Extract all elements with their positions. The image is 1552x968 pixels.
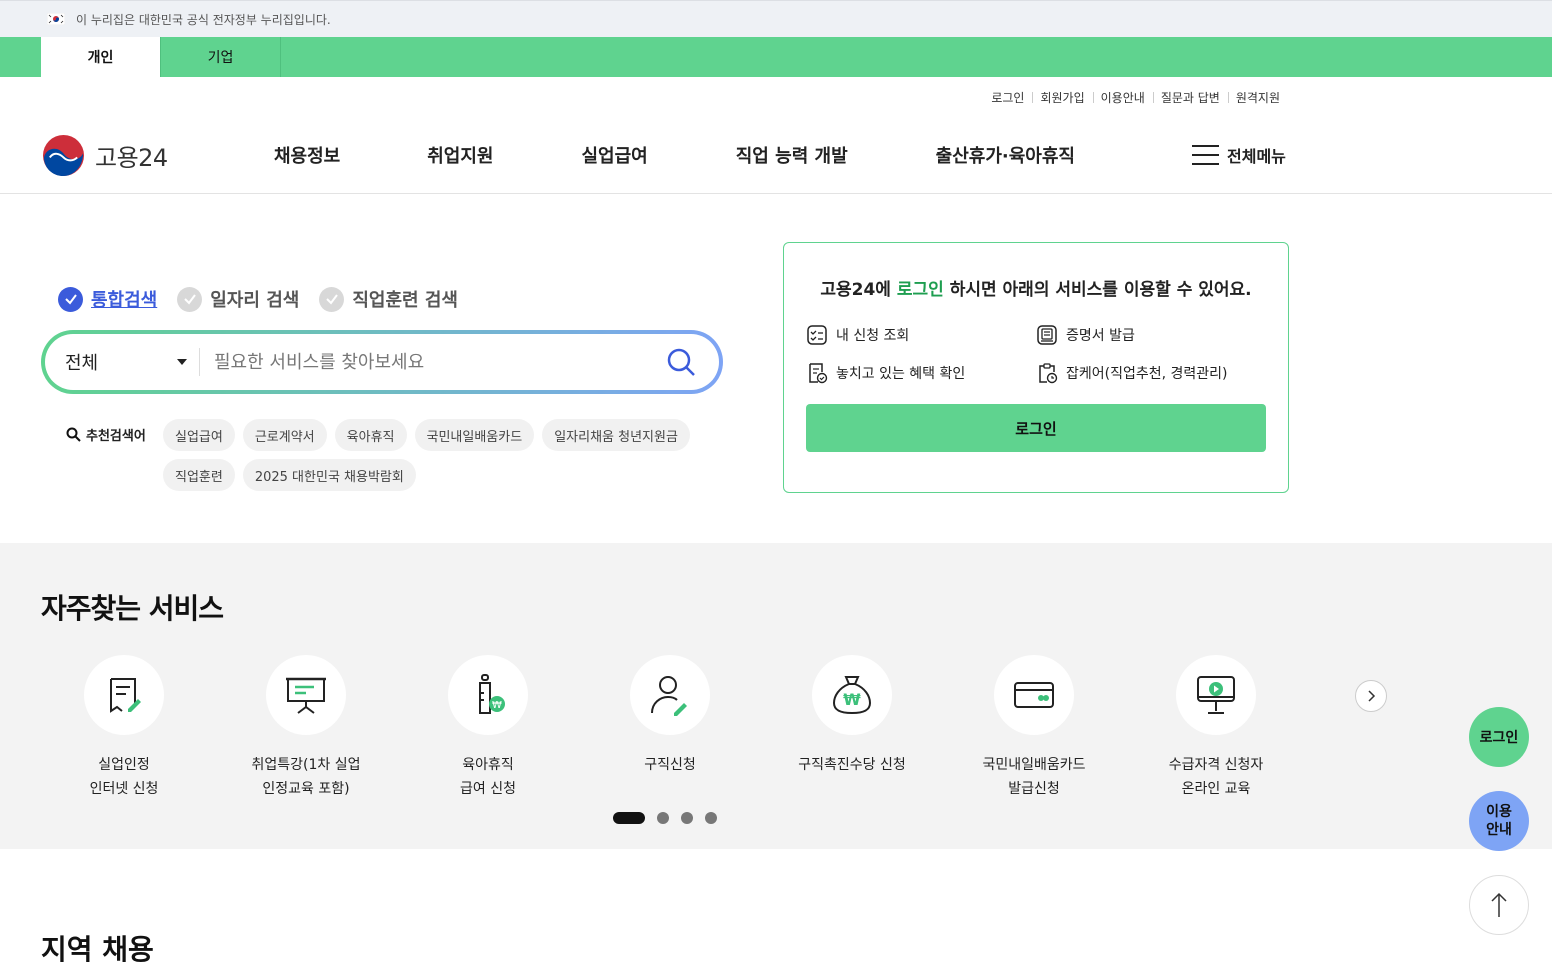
service-item[interactable]: ₩ 구직촉진수당 신청 [761, 655, 943, 801]
search-box: 전체 [41, 330, 723, 394]
check-circle-icon [177, 286, 203, 312]
keyword-tag[interactable]: 2025 대한민국 채용박람회 [242, 459, 416, 491]
search-input[interactable] [200, 351, 657, 373]
nav-skill-development[interactable]: 직업 능력 개발 [736, 142, 848, 168]
service-item[interactable]: 실업인정 인터넷 신청 [33, 655, 215, 801]
keyword-tag[interactable]: 근로계약서 [242, 419, 327, 451]
tab-label: 직업훈련 검색 [352, 290, 458, 311]
guide-link[interactable]: 이용안내 [1092, 89, 1153, 106]
search-type-tabs: 통합검색 일자리 검색 직업훈련 검색 [58, 286, 458, 312]
utility-links: 로그인 회원가입 이용안내 질문과 답변 원격지원 [0, 77, 1552, 117]
main-nav: 채용정보 취업지원 실업급여 직업 능력 개발 출산휴가·육아휴직 [272, 142, 1075, 168]
carousel-next-button[interactable] [1355, 680, 1387, 712]
chevron-right-icon [1368, 690, 1376, 702]
service-item[interactable]: 취업특강(1차 실업 인정교육 포함) [215, 655, 397, 801]
search-icon [667, 348, 695, 376]
signup-link[interactable]: 회원가입 [1032, 89, 1092, 106]
tab-business[interactable]: 기업 [161, 37, 281, 77]
floating-login-button[interactable]: 로그인 [1469, 707, 1529, 767]
keyword-tag[interactable]: 실업급여 [163, 419, 235, 451]
benefit-doc-icon [809, 363, 828, 384]
search-button[interactable] [657, 338, 705, 386]
keyword-tag[interactable]: 국민내일배움카드 [414, 419, 535, 451]
money-bag-won-icon: ₩ [832, 676, 872, 715]
page-dot-4[interactable] [705, 812, 717, 824]
search-scope-value: 전체 [65, 353, 99, 374]
svg-text:₩: ₩ [492, 700, 502, 711]
tab-job-search[interactable]: 일자리 검색 [177, 286, 299, 312]
service-item[interactable]: 국민내일배움카드 발급신청 [943, 655, 1125, 801]
korea-flag-icon [46, 12, 66, 26]
login-button[interactable]: 로그인 [806, 404, 1266, 452]
tab-training-search[interactable]: 직업훈련 검색 [319, 286, 458, 312]
page-dot-1[interactable] [613, 812, 645, 824]
nav-employment-support[interactable]: 취업지원 [427, 142, 493, 168]
tab-integrated-search[interactable]: 통합검색 [58, 286, 157, 312]
nav-unemployment-benefit[interactable]: 실업급여 [582, 142, 648, 168]
service-my-applications[interactable]: 내 신청 조회 [806, 324, 1036, 346]
frequent-services-carousel: 실업인정 인터넷 신청 취업특강(1차 실업 인정교육 포함) ₩ 육아휴직 급… [33, 655, 1307, 801]
monitor-play-icon [1197, 676, 1235, 714]
service-item[interactable]: 구직신청 [579, 655, 761, 801]
login-card-title: 고용24에 로그인 하시면 아래의 서비스를 이용할 수 있어요. [820, 280, 1252, 300]
recommended-keywords-label: 추천검색어 [66, 425, 146, 444]
taegeuk-logo-icon [42, 134, 85, 176]
presentation-board-icon [286, 677, 326, 714]
service-jobcare[interactable]: 잡케어(직업추천, 경력관리) [1036, 362, 1266, 384]
page-dot-2[interactable] [657, 812, 669, 824]
audience-tabs: 개인 기업 [0, 37, 1552, 77]
hero-section: 통합검색 일자리 검색 직업훈련 검색 전체 추천검색어 실업급여 근로계약서 [0, 194, 1552, 543]
check-circle-icon [319, 286, 345, 312]
recommended-keywords: 실업급여 근로계약서 육아휴직 국민내일배움카드 일자리채움 청년지원금 직업훈… [163, 419, 703, 491]
hamburger-icon [1192, 145, 1219, 165]
search-icon [66, 427, 81, 442]
all-menu-label: 전체메뉴 [1227, 147, 1286, 166]
list-check-icon [807, 325, 827, 345]
regional-jobs-title: 지역 채용 [41, 933, 154, 966]
service-item[interactable]: ₩ 육아휴직 급여 신청 [397, 655, 579, 801]
login-services: 내 신청 조회 증명서 발급 놓치고 있는 혜택 확인 잡케어(직업추천, 경력… [806, 324, 1266, 384]
nav-job-info[interactable]: 채용정보 [274, 142, 340, 168]
service-benefit-check[interactable]: 놓치고 있는 혜택 확인 [806, 362, 1036, 384]
keyword-tag[interactable]: 일자리채움 청년지원금 [542, 419, 690, 451]
tab-label: 일자리 검색 [210, 290, 300, 311]
site-logo[interactable]: 고용24 [42, 134, 272, 177]
search-scope-select[interactable]: 전체 [45, 348, 200, 376]
page-dot-3[interactable] [681, 812, 693, 824]
gov-banner-text: 이 누리집은 대한민국 공식 전자정부 누리집입니다. [76, 12, 331, 27]
frequent-services-section: 자주찾는 서비스 실업인정 인터넷 신청 취업특강(1차 실업 인정교육 포함)… [0, 543, 1552, 849]
remote-support-link[interactable]: 원격지원 [1227, 89, 1288, 106]
carousel-pagination [613, 812, 717, 824]
keyword-tag[interactable]: 직업훈련 [163, 459, 235, 491]
gov-banner: 이 누리집은 대한민국 공식 전자정부 누리집입니다. [0, 0, 1552, 37]
login-card: 고용24에 로그인 하시면 아래의 서비스를 이용할 수 있어요. 내 신청 조… [783, 242, 1289, 493]
qna-link[interactable]: 질문과 답변 [1152, 89, 1228, 106]
certificate-icon [1037, 325, 1057, 345]
clipboard-clock-icon [1039, 363, 1058, 384]
document-pen-icon [110, 678, 141, 713]
caret-down-icon [177, 359, 187, 365]
tab-individual[interactable]: 개인 [41, 37, 161, 77]
person-pen-icon [651, 676, 687, 716]
main-header: 고용24 채용정보 취업지원 실업급여 직업 능력 개발 출산휴가·육아휴직 전… [0, 117, 1552, 194]
login-link[interactable]: 로그인 [983, 89, 1032, 106]
service-certificate[interactable]: 증명서 발급 [1036, 324, 1266, 346]
service-item[interactable]: 수급자격 신청자 온라인 교육 [1125, 655, 1307, 801]
scroll-top-button[interactable] [1469, 875, 1529, 935]
tab-label: 통합검색 [91, 290, 158, 311]
all-menu-button[interactable]: 전체메뉴 [1192, 143, 1286, 167]
baby-bottle-won-icon: ₩ [479, 674, 505, 714]
card-icon [1014, 682, 1054, 708]
keyword-tag[interactable]: 육아휴직 [334, 419, 407, 451]
svg-text:₩: ₩ [843, 690, 861, 709]
arrow-up-icon [1491, 892, 1507, 917]
floating-guide-button[interactable]: 이용 안내 [1469, 791, 1529, 851]
logo-text: 고용24 [95, 143, 168, 172]
check-circle-icon [58, 286, 83, 312]
nav-parental-leave[interactable]: 출산휴가·육아휴직 [936, 142, 1075, 168]
section-title: 자주찾는 서비스 [41, 592, 224, 625]
